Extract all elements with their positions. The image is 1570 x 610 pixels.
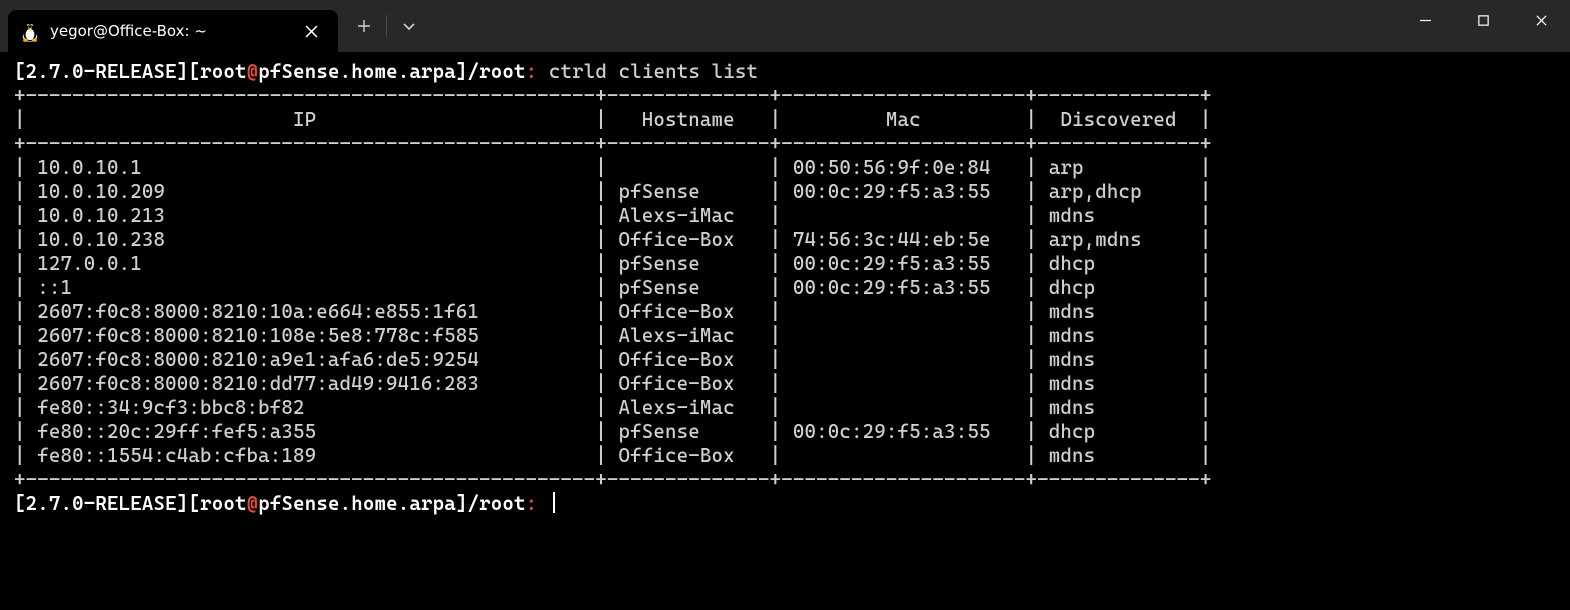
minimize-button[interactable]	[1396, 0, 1454, 40]
close-tab-button[interactable]	[298, 18, 324, 44]
titlebar: yegor@Office-Box: ~	[0, 0, 1570, 52]
divider	[386, 15, 387, 37]
close-icon	[305, 25, 318, 38]
tux-icon	[20, 21, 40, 41]
tab-title: yegor@Office-Box: ~	[50, 22, 288, 40]
minimize-icon	[1419, 14, 1432, 27]
close-window-button[interactable]	[1512, 0, 1570, 40]
cursor	[553, 492, 555, 513]
terminal-tab[interactable]: yegor@Office-Box: ~	[8, 10, 338, 52]
maximize-button[interactable]	[1454, 0, 1512, 40]
tab-dropdown-button[interactable]	[389, 6, 429, 46]
tab-actions	[338, 0, 429, 52]
maximize-icon	[1477, 14, 1490, 27]
window-controls	[1396, 0, 1570, 52]
terminal-output[interactable]: [2.7.0-RELEASE][root@pfSense.home.arpa]/…	[0, 52, 1570, 524]
close-icon	[1535, 14, 1548, 27]
new-tab-button[interactable]	[344, 6, 384, 46]
plus-icon	[357, 19, 371, 33]
chevron-down-icon	[402, 19, 416, 33]
